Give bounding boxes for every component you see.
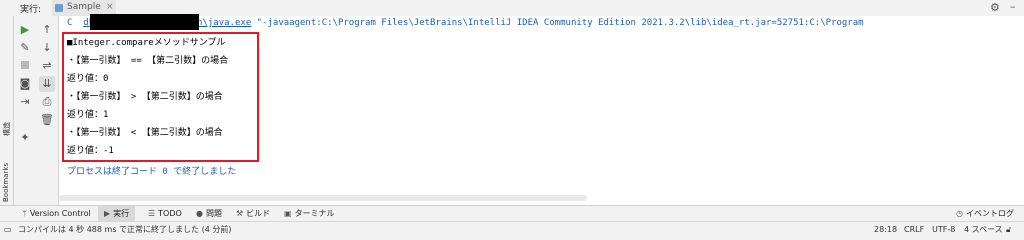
console-output[interactable]: C dks\openjdk-17.0.2\bin\java.exe "-java… xyxy=(59,14,1024,205)
gear-icon[interactable]: ⚙ xyxy=(990,1,1000,14)
tab-terminal[interactable]: ▣ ターミナル xyxy=(284,206,335,222)
scroll-to-end-icon[interactable]: ⇊ xyxy=(39,76,55,92)
command-args: "-javaagent:C:\Program Files\JetBrains\I… xyxy=(251,18,864,28)
redaction-box xyxy=(90,14,199,30)
bookmarks-stripe-button[interactable]: Bookmarks xyxy=(2,163,10,202)
lock-icon[interactable]: 🔓︎ xyxy=(1006,222,1011,238)
command-prefix: C xyxy=(67,18,73,28)
wrench-icon[interactable]: ✎ xyxy=(17,40,33,56)
output-line: ・【第一引数】 > 【第二引数】の場合 xyxy=(67,92,223,102)
minimize-icon[interactable]: – xyxy=(1010,0,1016,13)
tab-close-icon[interactable]: × xyxy=(106,2,114,12)
output-line: ・【第一引数】 == 【第二引数】の場合 xyxy=(67,56,229,66)
tab-build-label: ビルド xyxy=(246,209,271,218)
pin-icon[interactable]: ✦ xyxy=(17,130,33,146)
output-line: ■Integer.compareメソッドサンプル xyxy=(67,38,226,48)
print-icon[interactable]: ⎙ xyxy=(39,94,55,110)
output-line: 返り値：0 xyxy=(67,74,109,84)
up-arrow-icon[interactable]: ↑ xyxy=(39,22,55,38)
run-label: 実行: xyxy=(20,5,42,15)
tab-run-label: 実行 xyxy=(113,209,130,218)
down-arrow-icon[interactable]: ↓ xyxy=(39,40,55,56)
left-tool-stripe: 構造 Bookmarks xyxy=(0,16,14,205)
line-separator[interactable]: CRLF xyxy=(904,222,924,238)
tab-build[interactable]: ⚒ ビルド xyxy=(236,206,270,222)
tab-version-control[interactable]: ᛘ Version Control xyxy=(22,206,91,222)
run-icon: ▶ xyxy=(104,209,111,218)
run-toolbar-primary: ▶ ✎ ◙ ⇥ ✦ xyxy=(14,16,36,205)
output-line: 返り値：1 xyxy=(67,110,109,120)
stop-icon[interactable] xyxy=(17,58,33,74)
status-layout-icon[interactable]: ▭ xyxy=(4,222,12,238)
tab-event-log-label: イベントログ xyxy=(965,209,1014,218)
terminal-icon: ▣ xyxy=(284,209,292,218)
list-icon: ☰ xyxy=(148,209,156,218)
bottom-tool-tabs: ᛘ Version Control ▶ 実行 ☰ TODO ● 問題 ⚒ ビルド ▣ ターミ… xyxy=(0,205,1024,222)
tab-version-control-label: Version Control xyxy=(29,209,91,218)
tab-problems-label: 問題 xyxy=(205,209,222,218)
problems-icon: ● xyxy=(196,209,203,218)
file-encoding[interactable]: UTF-8 xyxy=(932,222,955,238)
tab-todo[interactable]: ☰ TODO xyxy=(148,206,182,222)
camera-icon[interactable]: ◙ xyxy=(17,76,33,92)
rerun-icon[interactable]: ▶ xyxy=(17,22,33,38)
tab-sample-label: Sample xyxy=(67,2,101,12)
run-toolbar-secondary: ↑ ↓ ⇌ ⇊ ⎙ 🗑 xyxy=(36,16,59,205)
indent-setting[interactable]: 4 スペース xyxy=(964,222,1003,238)
trash-icon[interactable]: 🗑 xyxy=(39,112,55,128)
process-exit-message: プロセスは終了コード 0 で終了しました xyxy=(67,167,237,177)
output-line: ・【第一引数】 < 【第二引数】の場合 xyxy=(67,128,223,138)
java-file-icon xyxy=(55,4,63,12)
tab-todo-label: TODO xyxy=(158,209,182,218)
structure-stripe-button[interactable]: 構造 xyxy=(2,122,12,136)
tab-problems[interactable]: ● 問題 xyxy=(196,206,222,222)
caret-position[interactable]: 28:18 xyxy=(874,222,897,238)
status-bar: ▭ コンパイルは 4 秒 488 ms で正常に終了しました (4 分前) 28… xyxy=(0,221,1024,238)
horizontal-scrollbar[interactable] xyxy=(59,195,587,201)
event-log-icon: ◷ xyxy=(956,209,963,218)
status-message[interactable]: コンパイルは 4 秒 488 ms で正常に終了しました (4 分前) xyxy=(18,222,231,238)
tab-terminal-label: ターミナル xyxy=(294,209,335,218)
tab-run[interactable]: ▶ 実行 xyxy=(98,206,136,222)
branch-icon: ᛘ xyxy=(22,209,27,218)
tab-event-log[interactable]: ◷ イベントログ xyxy=(956,206,1014,222)
exit-icon[interactable]: ⇥ xyxy=(17,94,33,110)
soft-wrap-icon[interactable]: ⇌ xyxy=(39,58,55,74)
hammer-icon: ⚒ xyxy=(236,209,244,218)
output-line: 返り値：-1 xyxy=(67,146,114,156)
